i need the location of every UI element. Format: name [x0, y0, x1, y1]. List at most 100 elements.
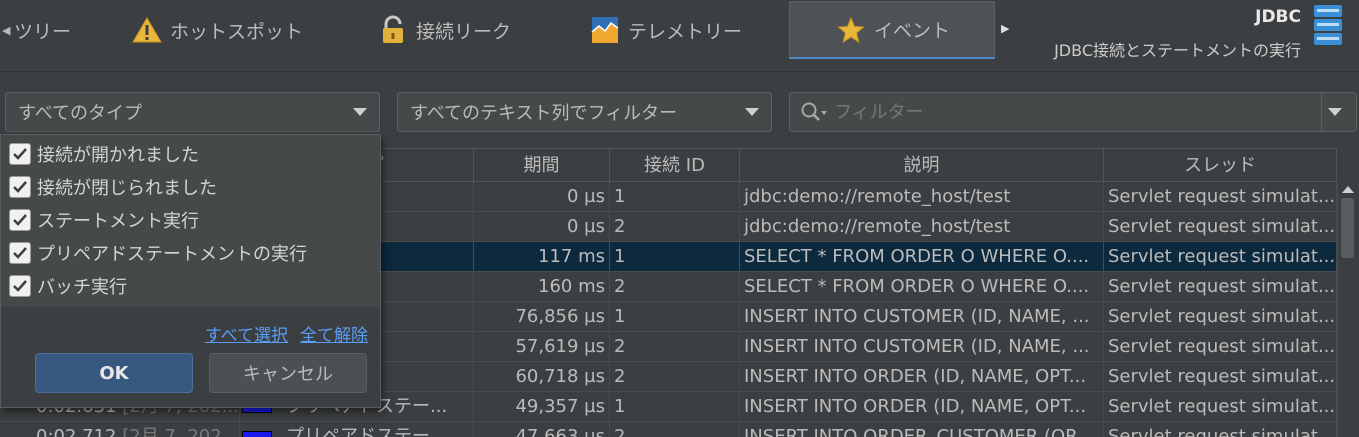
cell-duration: 0 µs	[474, 182, 610, 212]
page-title: JDBC	[1255, 7, 1301, 27]
tab-hotspots[interactable]: ホットスポット	[132, 0, 303, 60]
cell-conn: 2	[610, 362, 740, 392]
tab-events[interactable]: イベント	[789, 1, 995, 59]
search-icon[interactable]	[800, 101, 830, 127]
type-checkbox-list: 接続が開かれました 接続が閉じられました ステートメント実行プリペアドステートメント…	[1, 135, 380, 307]
text-column-filter-combo[interactable]: すべてのテキスト列でフィルター	[397, 92, 772, 132]
checkbox-checked-icon[interactable]	[9, 242, 31, 264]
ok-button[interactable]: OK	[35, 353, 193, 393]
cell-duration: 60,718 µs	[474, 362, 610, 392]
tab-scroll-right-icon[interactable]: ▶	[1001, 22, 1009, 35]
cell-time: 0:02.712 [2月 7, 202...	[0, 422, 240, 437]
cell-thread: Servlet request simulat...	[1104, 362, 1337, 392]
search-history-chevron-icon[interactable]	[1328, 108, 1342, 116]
text-column-filter-value: すべてのテキスト列でフィルター	[410, 103, 678, 124]
cell-conn: 2	[610, 272, 740, 302]
lock-icon	[378, 15, 408, 45]
cell-duration: 160 ms	[474, 272, 610, 302]
type-checkbox-label: ステートメント実行	[37, 211, 199, 232]
search-box	[789, 92, 1357, 132]
cell-duration: 76,856 µs	[474, 302, 610, 332]
cell-thread: Servlet request simulat...	[1104, 392, 1337, 422]
checkbox-checked-icon[interactable]	[9, 275, 31, 297]
cell-thread: Servlet request simulat...	[1104, 182, 1337, 212]
cell-duration: 117 ms	[474, 242, 610, 272]
checkbox-checked-icon[interactable]	[9, 176, 31, 198]
cell-desc: INSERT INTO ORDER (ID, NAME, OPT...	[740, 392, 1104, 422]
search-divider	[1321, 93, 1322, 131]
tab-scroll-left-icon[interactable]: ◀	[2, 24, 10, 37]
tab-connection-leaks-label: 接続リーク	[416, 20, 512, 43]
type-checkbox-label: 接続が開かれました	[37, 145, 199, 166]
scrollbar-thumb[interactable]	[1341, 198, 1354, 258]
cell-thread: Servlet request simulat...	[1104, 332, 1337, 362]
cell-desc: INSERT INTO CUSTOMER (ID, NAME, ...	[740, 302, 1104, 332]
type-checkbox-item[interactable]: ステートメント実行	[9, 205, 199, 235]
cell-duration: 0 µs	[474, 212, 610, 242]
column-header-thread[interactable]: スレッド	[1104, 149, 1337, 182]
tab-tree[interactable]: ツリー	[14, 0, 71, 60]
tab-connection-leaks[interactable]: 接続リーク	[378, 0, 511, 60]
type-checkbox-label: バッチ実行	[37, 277, 127, 298]
search-input[interactable]	[834, 99, 1304, 125]
type-checkbox-item[interactable]: プリペアドステートメントの実行	[9, 238, 307, 268]
cell-duration: 57,619 µs	[474, 332, 610, 362]
column-header-description[interactable]: 説明	[740, 149, 1104, 182]
cell-conn: 1	[610, 302, 740, 332]
page-subtitle: JDBC接続とステートメントの実行	[1054, 41, 1301, 60]
cell-thread: Servlet request simulat...	[1104, 242, 1337, 272]
cell-desc: SELECT * FROM ORDER O WHERE O....	[740, 272, 1104, 302]
column-header-duration[interactable]: 期間	[474, 149, 610, 182]
scroll-up-icon[interactable]	[1342, 186, 1354, 193]
type-checkbox-label: プリペアドステートメントの実行	[37, 244, 307, 265]
cancel-button[interactable]: キャンセル	[209, 353, 367, 393]
type-checkbox-label: 接続が閉じられました	[37, 178, 217, 199]
cell-conn: 2	[610, 332, 740, 362]
cell-desc: SELECT * FROM ORDER O WHERE O....	[740, 242, 1104, 272]
select-all-link[interactable]: すべて選択	[205, 321, 288, 346]
database-icon	[1313, 4, 1343, 46]
checkbox-checked-icon[interactable]	[9, 143, 31, 165]
star-icon	[836, 15, 866, 45]
cell-type-value: プリペアドステー...	[286, 426, 448, 437]
checkbox-checked-icon[interactable]	[9, 209, 31, 231]
cell-thread: Servlet request simulat...	[1104, 422, 1337, 437]
vertical-scrollbar[interactable]	[1337, 182, 1357, 437]
cell-thread: Servlet request simulat...	[1104, 212, 1337, 242]
table-row[interactable]: 0:02.712 [2月 7, 202... プリペアドステー... 47,663 …	[0, 422, 1337, 437]
chevron-down-icon	[353, 108, 367, 116]
cell-duration: 49,357 µs	[474, 392, 610, 422]
cell-conn: 2	[610, 212, 740, 242]
telemetry-icon	[590, 15, 620, 45]
cell-thread: Servlet request simulat...	[1104, 272, 1337, 302]
tab-events-label: イベント	[874, 20, 951, 42]
deselect-all-link[interactable]: 全て解除	[300, 321, 368, 346]
type-checkbox-item[interactable]: 接続が開かれました	[9, 139, 199, 169]
cell-thread: Servlet request simulat...	[1104, 302, 1337, 332]
type-checkbox-item[interactable]: 接続が閉じられました	[9, 172, 217, 202]
type-filter-combo[interactable]: すべてのタイプ	[5, 92, 380, 132]
cell-conn: 2	[610, 422, 740, 437]
cell-date-value: [2月 7, 202...	[122, 426, 239, 437]
tab-tree-label: ツリー	[14, 20, 72, 43]
column-header-connection-id[interactable]: 接続 ID	[610, 149, 740, 182]
cell-type: プリペアドステー...	[240, 422, 474, 437]
tab-telemetry-label: テレメトリー	[628, 20, 743, 43]
cell-time-value: 0:02.712	[36, 426, 117, 437]
cell-duration: 47,663 µs	[474, 422, 610, 437]
type-filter-popup: 接続が開かれました 接続が閉じられました ステートメント実行プリペアドステートメント…	[0, 134, 381, 408]
tab-telemetry[interactable]: テレメトリー	[590, 0, 742, 60]
cell-conn: 1	[610, 242, 740, 272]
cell-desc: INSERT INTO CUSTOMER (ID, NAME, ...	[740, 332, 1104, 362]
cell-desc: INSERT INTO ORDER_CUSTOMER (OR...	[740, 422, 1104, 437]
popup-links: すべて選択 全て解除	[205, 321, 368, 346]
warning-icon	[132, 15, 162, 45]
tab-hotspots-label: ホットスポット	[170, 20, 304, 43]
type-checkbox-item[interactable]: バッチ実行	[9, 271, 127, 301]
cell-desc: INSERT INTO ORDER (ID, NAME, OPT...	[740, 362, 1104, 392]
tab-bar: ◀ ツリー ホットスポット 接続リーク テレメトリー イベント ▶ JDBC J…	[0, 0, 1359, 72]
chevron-down-icon	[745, 108, 759, 116]
cell-desc: jdbc:demo://remote_host/test	[740, 182, 1104, 212]
cell-conn: 1	[610, 182, 740, 212]
cell-desc: jdbc:demo://remote_host/test	[740, 212, 1104, 242]
